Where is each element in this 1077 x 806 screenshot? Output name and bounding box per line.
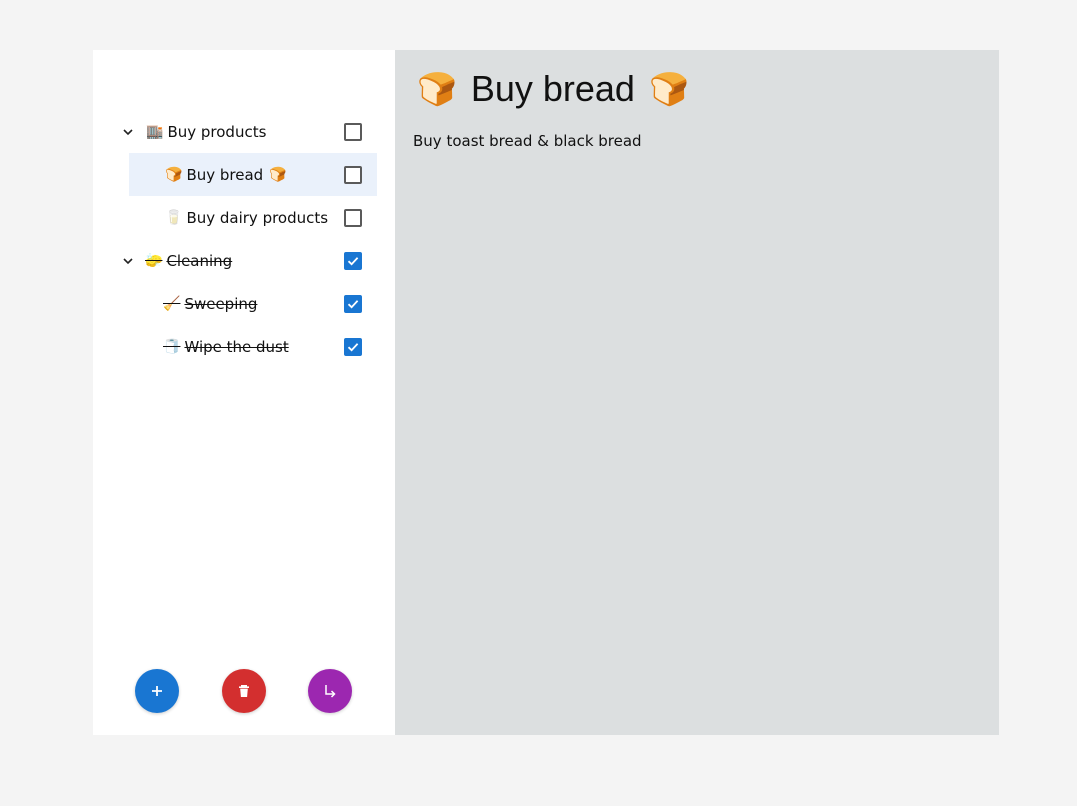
tree-item-wipe-the-dust[interactable]: 🧻 Wipe the dust — [129, 325, 377, 368]
chevron-down-icon[interactable] — [121, 254, 135, 268]
tree-item-label: Sweeping — [184, 294, 258, 313]
bread-icon: 🍞 — [269, 166, 287, 183]
subdirectory-arrow-icon — [325, 685, 336, 698]
tree-item-buy-products[interactable]: 🏬 Buy products — [123, 110, 377, 153]
sidebar: 🏬 Buy products 🍞 Buy bread 🍞 🥛 Buy dairy… — [93, 50, 395, 735]
plus-icon — [152, 686, 162, 696]
tissue-roll-icon: 🧻 — [163, 338, 181, 355]
checkbox-buy-dairy-products[interactable] — [344, 208, 362, 227]
bread-icon: 🍞 — [648, 71, 689, 107]
move-task-button[interactable] — [308, 669, 352, 713]
delete-task-button[interactable] — [222, 669, 266, 713]
check-icon — [347, 342, 359, 351]
checkbox-sweeping[interactable] — [344, 294, 362, 313]
checkbox-buy-products[interactable] — [344, 122, 362, 141]
check-icon — [347, 256, 359, 265]
task-detail-panel: 🍞 Buy bread 🍞 Buy toast bread & black br… — [395, 50, 999, 735]
tree-item-label: Buy dairy products — [186, 208, 329, 227]
checkbox-cleaning[interactable] — [344, 251, 362, 270]
app-window: 🏬 Buy products 🍞 Buy bread 🍞 🥛 Buy dairy… — [93, 50, 999, 735]
tree-item-cleaning[interactable]: 🧽 Cleaning — [123, 239, 377, 282]
store-icon: 🏬 — [146, 123, 164, 140]
chevron-down-icon[interactable] — [121, 125, 135, 139]
milk-glass-icon: 🥛 — [165, 209, 183, 226]
tree-item-label: Cleaning — [166, 251, 233, 270]
bread-icon: 🍞 — [165, 166, 183, 183]
bread-icon: 🍞 — [417, 71, 457, 107]
trash-icon — [239, 685, 249, 697]
tree-item-label: Buy bread — [186, 165, 264, 184]
tree-item-label: Wipe the dust — [184, 337, 289, 356]
tree-item-label: Buy products — [167, 122, 267, 141]
tree-item-buy-dairy-products[interactable]: 🥛 Buy dairy products — [129, 196, 377, 239]
checkbox-wipe-the-dust[interactable] — [344, 337, 362, 356]
tree-item-buy-bread[interactable]: 🍞 Buy bread 🍞 — [129, 153, 377, 196]
add-task-button[interactable] — [135, 669, 179, 713]
tree-item-sweeping[interactable]: 🧹 Sweeping — [129, 282, 377, 325]
check-icon — [347, 299, 359, 308]
broom-icon: 🧹 — [163, 295, 181, 312]
task-description[interactable]: Buy toast bread & black bread — [413, 132, 642, 150]
page-title: 🍞 Buy bread 🍞 — [417, 68, 689, 110]
sponge-icon: 🧽 — [145, 252, 163, 269]
checkbox-buy-bread[interactable] — [344, 165, 362, 184]
task-title[interactable]: Buy bread — [471, 68, 635, 110]
